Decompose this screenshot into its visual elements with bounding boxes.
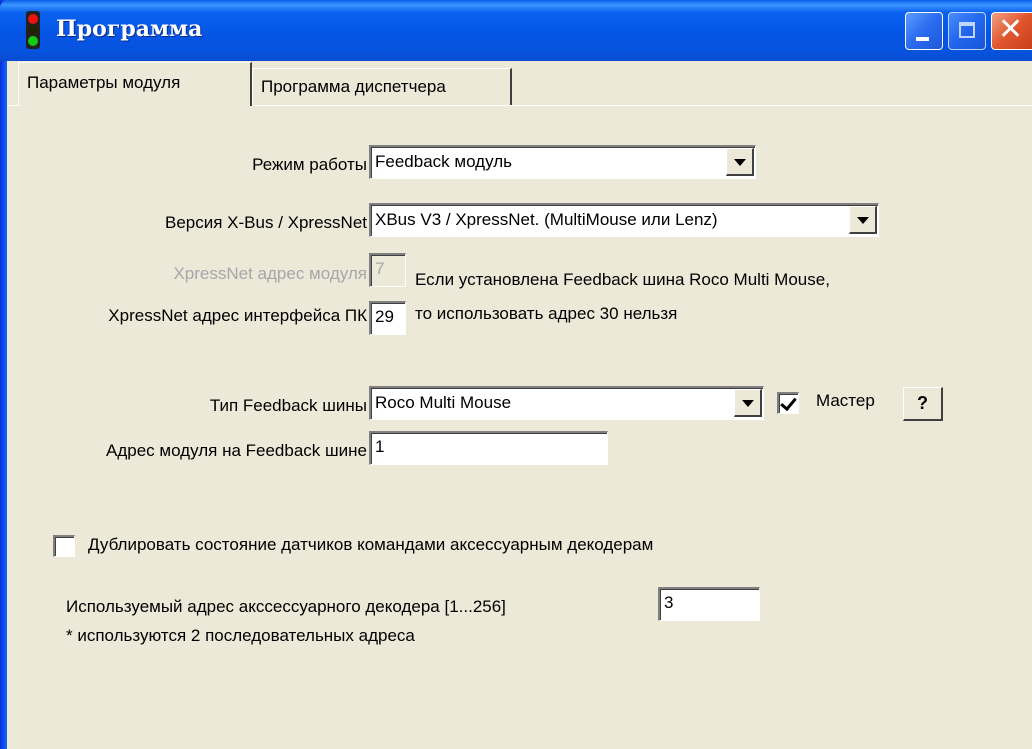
feedback-type-select[interactable]: Roco Multi Mouse — [369, 386, 764, 420]
minimize-icon — [916, 37, 929, 41]
accessory-address-field[interactable]: 3 — [658, 587, 760, 621]
chevron-down-icon[interactable] — [734, 389, 762, 417]
close-button[interactable]: ✕ — [991, 12, 1032, 50]
chevron-down-icon[interactable] — [849, 206, 877, 234]
pc-address-label: XpressNet адрес интерфейса ПК — [108, 306, 367, 325]
tab-dispatcher-program[interactable]: Программа диспетчера — [252, 68, 512, 106]
tab-module-params[interactable]: Параметры модуля — [18, 62, 252, 106]
title-bar[interactable]: Программа ✕ — [0, 0, 1032, 61]
feedback-type-value: Roco Multi Mouse — [375, 393, 512, 412]
mode-value: Feedback модуль — [375, 152, 512, 171]
module-address-label: XpressNet адрес модуля — [173, 264, 367, 283]
xbus-label: Версия X-Bus / XpressNet — [165, 213, 367, 232]
feedback-address-label: Адрес модуля на Feedback шине — [106, 441, 367, 460]
mode-label: Режим работы — [252, 155, 367, 174]
note-line-2: то использовать адрес 30 нельзя — [415, 304, 678, 323]
pc-address-field[interactable]: 29 — [369, 301, 406, 335]
duplicate-label[interactable]: Дублировать состояние датчиков командами… — [88, 535, 653, 555]
duplicate-checkbox[interactable] — [53, 535, 75, 557]
module-address-field: 7 — [369, 253, 406, 287]
window-left-border — [0, 0, 7, 749]
feedback-type-label: Тип Feedback шины — [209, 396, 367, 415]
xbus-select[interactable]: XBus V3 / XpressNet. (MultiMouse или Len… — [369, 203, 879, 237]
xbus-value: XBus V3 / XpressNet. (MultiMouse или Len… — [375, 210, 718, 229]
note-line-1: Если установлена Feedback шина Roco Mult… — [415, 270, 830, 289]
maximize-button[interactable] — [948, 12, 986, 50]
window-title: Программа — [56, 16, 203, 42]
maximize-icon — [959, 22, 975, 38]
help-button[interactable]: ? — [903, 387, 943, 421]
chevron-down-icon[interactable] — [726, 148, 754, 176]
close-icon: ✕ — [998, 13, 1024, 46]
master-label[interactable]: Мастер — [816, 391, 875, 411]
minimize-button[interactable] — [905, 12, 943, 50]
accessory-address-label: Используемый адрес акссессуарного декоде… — [66, 597, 506, 616]
program-window: Программа ✕ Параметры модуля Программа д… — [0, 0, 1032, 749]
master-checkbox[interactable] — [777, 392, 799, 414]
mode-select[interactable]: Feedback модуль — [369, 145, 756, 179]
feedback-address-field[interactable]: 1 — [369, 431, 608, 465]
traffic-light-icon — [26, 11, 40, 49]
accessory-note: * используются 2 последовательных адреса — [66, 626, 415, 645]
